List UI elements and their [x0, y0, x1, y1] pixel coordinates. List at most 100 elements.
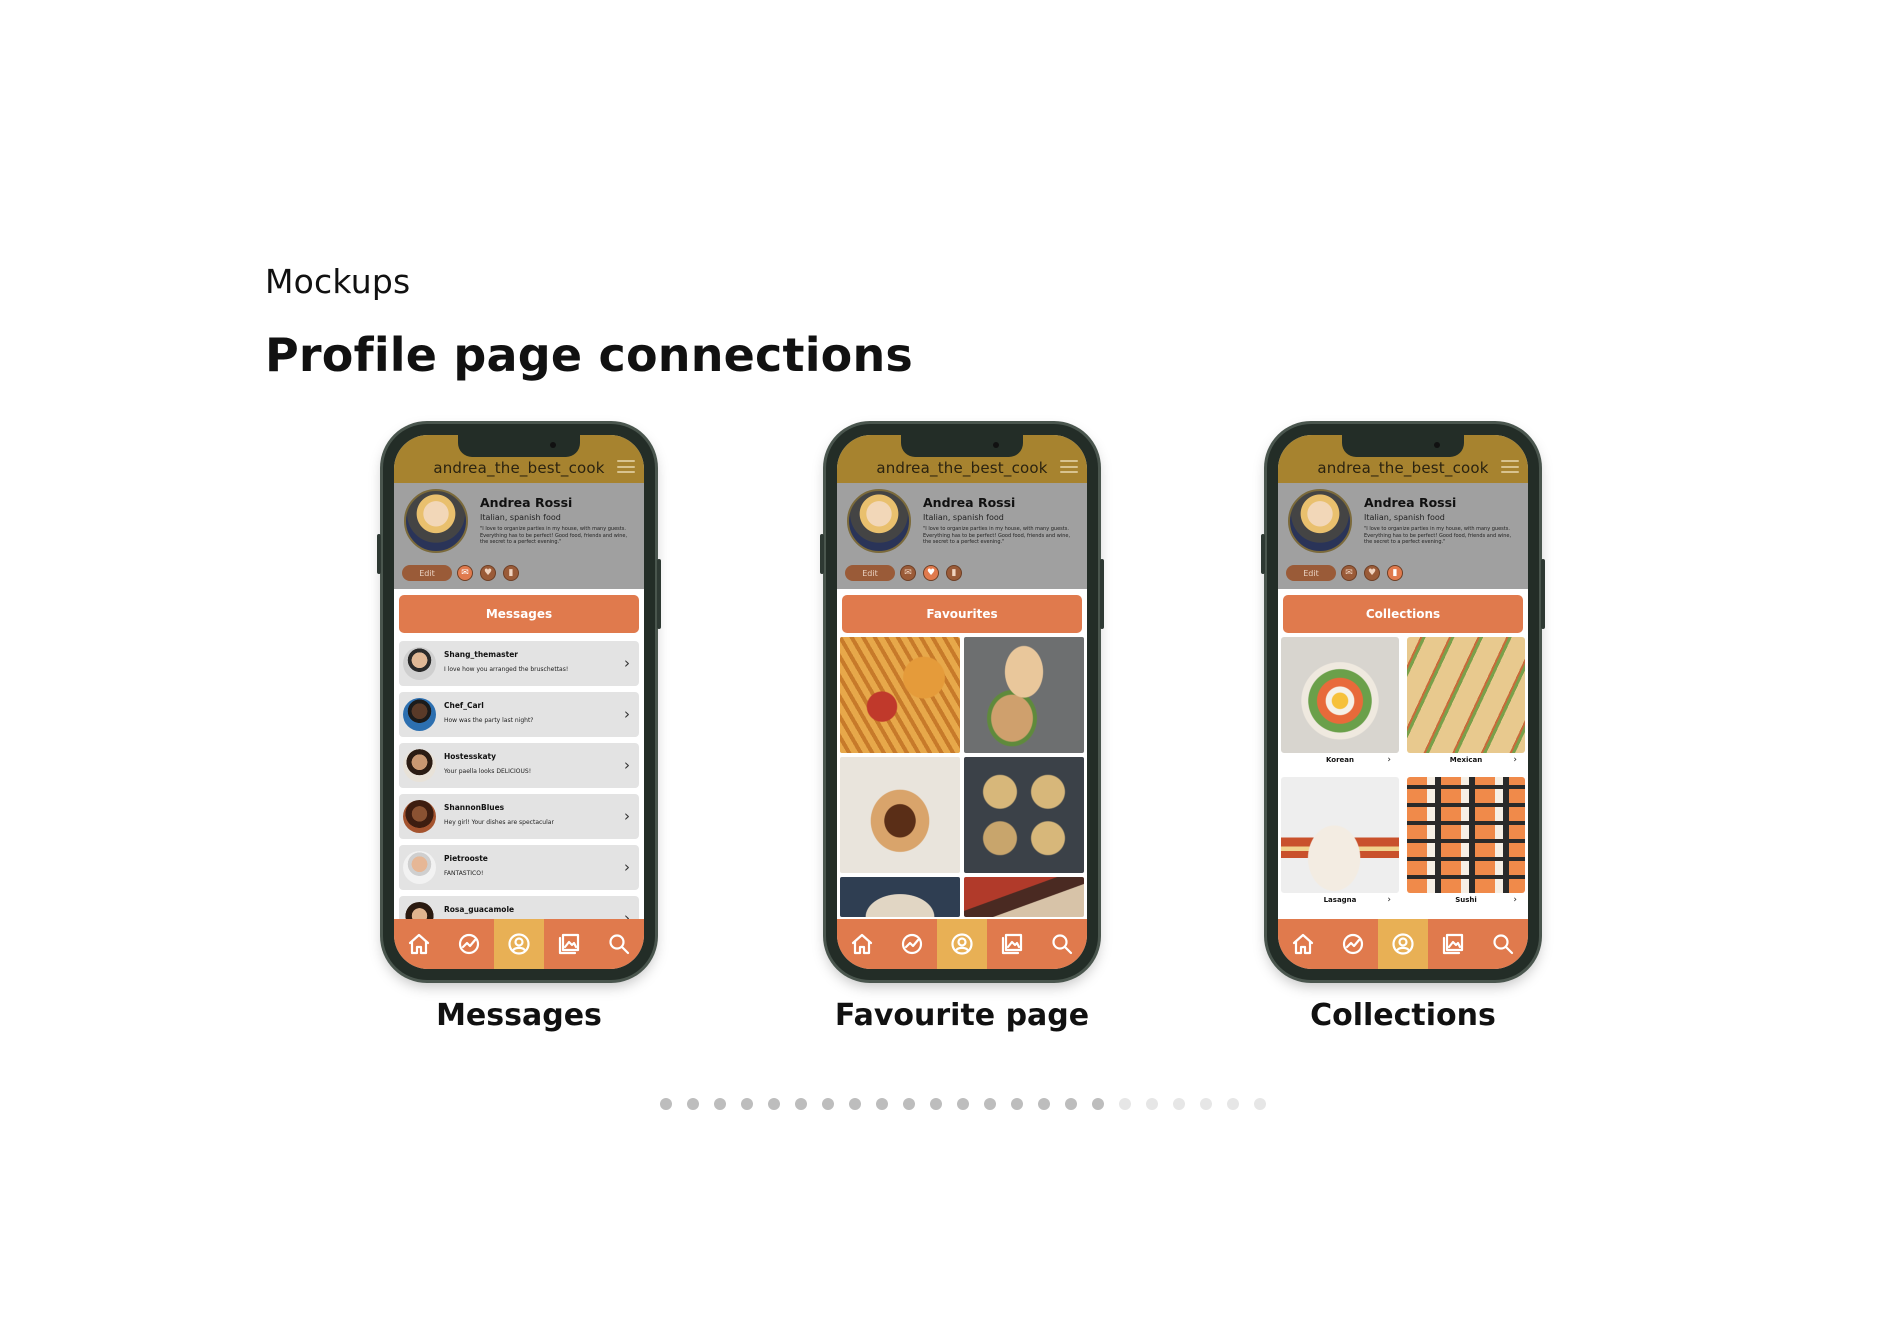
nav-profile[interactable] [937, 919, 987, 969]
list-item[interactable]: Chef_Carl How was the party last night? … [399, 692, 639, 737]
message-preview: How was the party last night? [444, 717, 534, 724]
search-icon [1493, 934, 1514, 955]
food-photo[interactable] [840, 877, 960, 917]
edit-button[interactable]: Edit [1286, 565, 1336, 581]
pagination-dot[interactable] [1227, 1098, 1239, 1110]
pagination-dot[interactable] [768, 1098, 780, 1110]
collections-tab-icon[interactable]: ▮ [503, 565, 519, 581]
nav-gallery[interactable] [544, 919, 594, 969]
collection-card[interactable]: Korean › [1281, 637, 1399, 767]
trending-icon [901, 933, 923, 955]
chevron-right-icon: › [624, 756, 630, 774]
chevron-right-icon: › [624, 858, 630, 876]
food-photo [1407, 637, 1525, 753]
favourites-tab-icon[interactable]: ♥ [1364, 565, 1380, 581]
pagination-dot[interactable] [1146, 1098, 1158, 1110]
profile-header: Andrea Rossi Italian, spanish food "I lo… [837, 483, 1087, 589]
messages-tab-icon[interactable]: ✉ [900, 565, 916, 581]
hamburger-menu-icon[interactable] [1501, 460, 1519, 473]
profile-icon [508, 933, 530, 955]
pagination-dot[interactable] [741, 1098, 753, 1110]
nav-home[interactable] [837, 919, 887, 969]
nav-search[interactable] [1478, 919, 1528, 969]
profile-header: Andrea Rossi Italian, spanish food "I lo… [394, 483, 644, 589]
pagination-dot[interactable] [849, 1098, 861, 1110]
messages-tab-icon[interactable]: ✉ [1341, 565, 1357, 581]
pagination-dot[interactable] [903, 1098, 915, 1110]
home-icon [851, 933, 873, 955]
collection-card[interactable]: Sushi › [1407, 777, 1525, 907]
pagination-dot[interactable] [1092, 1098, 1104, 1110]
pagination-dot[interactable] [1038, 1098, 1050, 1110]
collections-tab-icon[interactable]: ▮ [946, 565, 962, 581]
section-header-button[interactable]: Collections [1283, 595, 1523, 633]
pagination-dot[interactable] [930, 1098, 942, 1110]
nav-gallery[interactable] [987, 919, 1037, 969]
mockup-caption: Messages [436, 998, 602, 1033]
avatar [1288, 489, 1352, 553]
home-icon [408, 933, 430, 955]
collections-tab-icon[interactable]: ▮ [1387, 565, 1403, 581]
favourites-tab-icon[interactable]: ♥ [923, 565, 939, 581]
hamburger-menu-icon[interactable] [617, 460, 635, 473]
nav-home[interactable] [394, 919, 444, 969]
pagination-dot[interactable] [795, 1098, 807, 1110]
pagination-dot[interactable] [714, 1098, 726, 1110]
home-icon [1292, 933, 1314, 955]
pagination-dot[interactable] [1011, 1098, 1023, 1110]
list-item[interactable]: Hostesskaty Your paella looks DELICIOUS!… [399, 743, 639, 788]
edit-button[interactable]: Edit [402, 565, 452, 581]
avatar [403, 698, 436, 731]
collection-card[interactable]: Lasagna › [1281, 777, 1399, 907]
nav-search[interactable] [594, 919, 644, 969]
profile-food: Italian, spanish food [1364, 513, 1445, 522]
collection-name: Mexican [1449, 756, 1483, 764]
food-photo[interactable] [964, 637, 1084, 753]
food-photo[interactable] [840, 637, 960, 753]
pagination-dot[interactable] [687, 1098, 699, 1110]
messages-tab-icon[interactable]: ✉ [457, 565, 473, 581]
pagination-dot[interactable] [1065, 1098, 1077, 1110]
chevron-right-icon: › [624, 654, 630, 672]
nav-profile[interactable] [1378, 919, 1428, 969]
list-item[interactable]: Pietrooste FANTASTICO! › [399, 845, 639, 890]
pagination-dot[interactable] [660, 1098, 672, 1110]
profile-name: Andrea Rossi [923, 495, 1016, 510]
chevron-right-icon: › [624, 807, 630, 825]
section-header-button[interactable]: Messages [399, 595, 639, 633]
chevron-right-icon: › [1387, 755, 1391, 765]
favourites-tab-icon[interactable]: ♥ [480, 565, 496, 581]
nav-gallery[interactable] [1428, 919, 1478, 969]
nav-home[interactable] [1278, 919, 1328, 969]
bottom-nav [394, 919, 644, 969]
collection-card[interactable]: Mexican › [1407, 637, 1525, 767]
phone-notch [458, 435, 580, 457]
food-photo[interactable] [840, 757, 960, 873]
food-photo [1407, 777, 1525, 893]
pagination-dot[interactable] [957, 1098, 969, 1110]
section-header-button[interactable]: Favourites [842, 595, 1082, 633]
pagination-dot[interactable] [1254, 1098, 1266, 1110]
avatar [847, 489, 911, 553]
edit-button[interactable]: Edit [845, 565, 895, 581]
food-photo[interactable] [964, 757, 1084, 873]
pagination-dot[interactable] [984, 1098, 996, 1110]
nav-trending[interactable] [1328, 919, 1378, 969]
hamburger-menu-icon[interactable] [1060, 460, 1078, 473]
list-item[interactable]: ShannonBlues Hey girl! Your dishes are s… [399, 794, 639, 839]
nav-search[interactable] [1037, 919, 1087, 969]
pagination-dot[interactable] [1173, 1098, 1185, 1110]
nav-trending[interactable] [444, 919, 494, 969]
nav-profile[interactable] [494, 919, 544, 969]
pagination-dot[interactable] [1119, 1098, 1131, 1110]
list-item[interactable]: Shang_themaster I love how you arranged … [399, 641, 639, 686]
favourites-grid [840, 637, 1084, 917]
pagination-dot[interactable] [876, 1098, 888, 1110]
message-sender: Pietrooste [444, 854, 488, 863]
pagination-dot[interactable] [822, 1098, 834, 1110]
pagination-dot[interactable] [1200, 1098, 1212, 1110]
food-photo[interactable] [964, 877, 1084, 917]
mockup-caption: Favourite page [834, 998, 1090, 1033]
nav-trending[interactable] [887, 919, 937, 969]
message-list: Shang_themaster I love how you arranged … [399, 641, 639, 947]
